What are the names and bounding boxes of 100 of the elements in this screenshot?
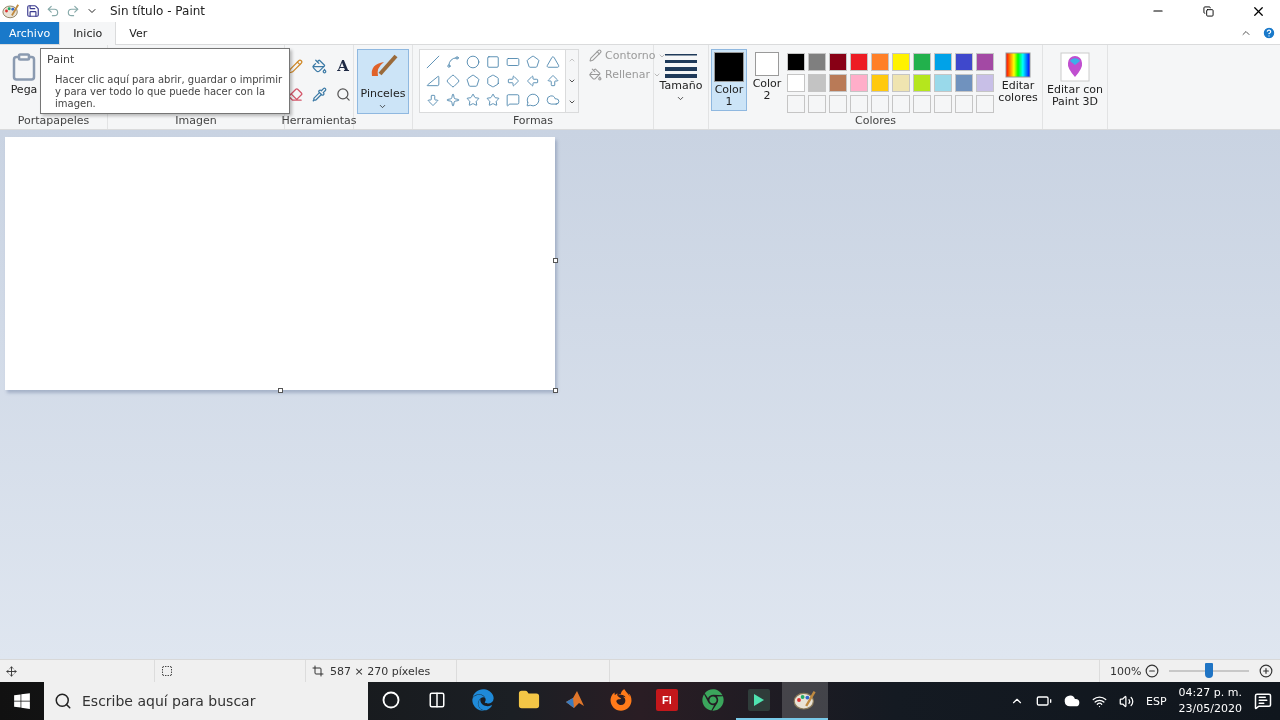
cloud-icon[interactable] [1064,693,1080,709]
ribbon-tab[interactable]: Inicio [59,22,117,45]
ribbon-tab[interactable]: Ver [116,22,161,44]
taskbar-search-field[interactable]: Escribe aquí para buscar [44,682,368,720]
windows-logo-icon [13,692,31,710]
cloud-callout-icon [545,93,560,107]
brushes-button[interactable]: Pinceles [356,49,410,114]
empty-color-slot[interactable] [934,95,952,113]
zoom-in-button[interactable] [1259,664,1274,678]
palette-color[interactable] [829,74,847,92]
text-tool-button[interactable]: A [332,55,354,77]
resize-handle[interactable] [553,258,558,263]
line-widths-icon [665,52,697,78]
palette-color[interactable] [955,53,973,71]
oval-icon [465,55,480,69]
taskbar-app[interactable]: Fl [644,682,690,720]
four-point-star-icon [445,93,460,107]
palette-color[interactable] [829,53,847,71]
cortana-circle-icon [382,691,400,709]
restore-icon [1202,5,1214,17]
empty-color-slot[interactable] [808,95,826,113]
empty-color-slot[interactable] [850,95,868,113]
paint-bucket-icon [311,58,327,74]
zoom-out-button[interactable] [1145,664,1160,678]
palette-color[interactable] [808,53,826,71]
empty-color-slot[interactable] [829,95,847,113]
empty-color-slot[interactable] [913,95,931,113]
taskbar-clock[interactable]: 04:27 p. m. 23/05/2020 [1178,685,1242,717]
tooltip-title: Paint [47,53,76,66]
resize-handle[interactable] [278,388,283,393]
scroll-down-icon[interactable] [568,77,576,85]
up-arrow-icon [545,74,560,88]
eyedropper-icon [311,86,327,102]
empty-color-slot[interactable] [892,95,910,113]
eraser-icon [287,86,303,102]
firefox-browser-icon [610,689,632,711]
paint-palette-icon [2,2,20,20]
group-label: Formas [512,114,554,129]
palette-color[interactable] [934,53,952,71]
help-icon[interactable] [1262,26,1276,40]
empty-color-slot[interactable] [787,95,805,113]
chrome-browser-icon [702,689,724,711]
paint-palette-icon [793,688,817,712]
palette-color[interactable] [850,74,868,92]
save-icon[interactable] [26,4,40,18]
empty-color-slot[interactable] [976,95,994,113]
canvas-size-icon [312,665,324,677]
palette-color[interactable] [787,74,805,92]
rainbow-icon [1005,52,1031,78]
wifi-icon[interactable] [1092,693,1107,709]
down-arrow-icon [425,93,440,107]
palette-color[interactable] [913,53,931,71]
undo-icon[interactable] [46,4,60,18]
palette-color[interactable] [934,74,952,92]
palette-color[interactable] [892,53,910,71]
six-point-star-icon [485,93,500,107]
empty-color-slot[interactable] [955,95,973,113]
palette-color[interactable] [913,74,931,92]
palette-color[interactable] [976,74,994,92]
battery-icon[interactable] [1036,693,1052,709]
volume-icon[interactable] [1119,693,1134,709]
resize-handle[interactable] [553,388,558,393]
file-menu-tab[interactable]: Archivo [0,22,60,44]
paint-3d-button[interactable]: Editar con Paint 3D [1043,49,1107,111]
input-language[interactable]: ESP [1146,694,1167,708]
rectangle-icon [485,55,500,69]
group-label: Colores [855,114,896,129]
star-icon [465,93,480,107]
palette-color[interactable] [892,74,910,92]
palette-color[interactable] [871,53,889,71]
paste-button[interactable]: Pega [0,49,43,99]
search-icon [54,692,72,710]
rectangle-callout-icon [505,93,520,107]
diamond-icon [445,74,460,88]
palette-color[interactable] [955,74,973,92]
palette-color[interactable] [808,74,826,92]
palette-color[interactable] [976,53,994,71]
pentagon-icon [465,74,480,88]
polygon-icon [525,55,540,69]
hexagon-icon [485,74,500,88]
current-color-button[interactable]: Color 1 [711,49,747,111]
caret-icon [676,94,686,103]
curve-icon [445,55,460,69]
zoom-slider-thumb[interactable] [1205,663,1214,678]
triangle-icon [545,55,560,69]
redo-icon[interactable] [66,4,80,18]
folder-icon [518,689,540,711]
edit-colors-button[interactable]: Editar colores [996,49,1040,107]
caret-icon [378,102,388,111]
palette-color[interactable] [850,53,868,71]
palette-color[interactable] [787,53,805,71]
notifications-icon[interactable] [1254,692,1272,710]
current-color-button[interactable]: Color 2 [749,49,785,105]
empty-color-slot[interactable] [871,95,889,113]
palette-color[interactable] [871,74,889,92]
tooltip-text: Hacer clic aquí para abrir, guardar o imprimir y para ver todo lo que puede hacer con la imagen. [54,74,283,110]
task-view-icon [428,691,446,709]
right-triangle-icon [425,74,440,88]
move-icon [6,665,17,677]
taskbar-app[interactable] [782,682,828,720]
